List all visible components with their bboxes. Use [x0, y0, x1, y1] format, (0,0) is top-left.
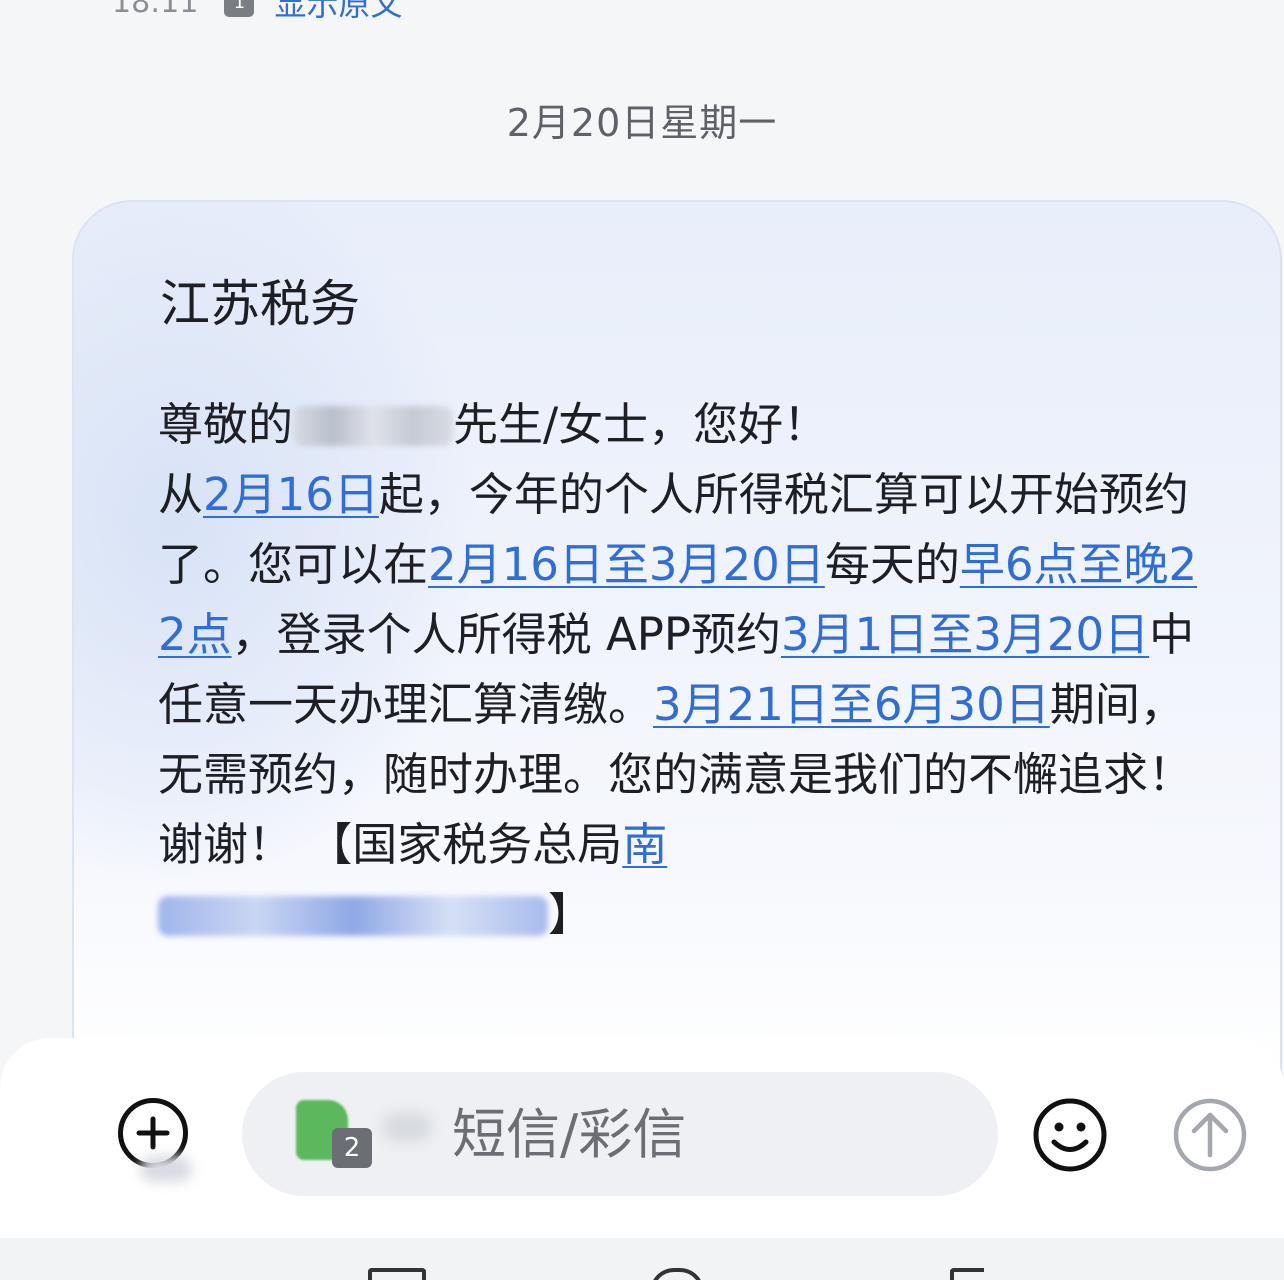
nav-home-icon[interactable] [650, 1268, 704, 1280]
sim-number-badge: 2 [332, 1128, 372, 1168]
greeting-suffix: 先生/女士，您好！ [453, 398, 829, 451]
message-body: 尊敬的 先生/女士，您好！ 从2月16日起，今年的个人所得税汇算可以开始预约了。您可… [158, 390, 1208, 950]
message-input[interactable] [452, 1092, 952, 1176]
date-range-link-settlement[interactable]: 3月1日至3月20日 [781, 608, 1149, 661]
sentence-1-prefix: 从 [158, 468, 204, 521]
blur-smudge [140, 1156, 192, 1182]
smiley-icon[interactable] [1032, 1097, 1108, 1173]
system-navigation-bar [0, 1238, 1284, 1280]
nav-back-icon[interactable] [950, 1268, 984, 1280]
sim-badge: 1 [224, 0, 255, 17]
messages-screen: 18:11 1 显示原文 2月20日星期一 江苏税务 尊敬的 先生/女士，您好！ 从… [0, 0, 1284, 1280]
bureau-link[interactable]: 南 [622, 818, 667, 871]
sim-selector[interactable]: 2 [296, 1100, 376, 1170]
show-original-link[interactable]: 显示原文 [274, 0, 402, 25]
sender-name: 江苏税务 [160, 275, 360, 333]
blur-smudge [382, 1112, 432, 1142]
date-link-feb16[interactable]: 2月16日 [203, 468, 379, 521]
message-card[interactable]: 江苏税务 尊敬的 先生/女士，您好！ 从2月16日起，今年的个人所得税汇算可以开始预… [72, 200, 1282, 1082]
sentence-2-text: 每天的 [824, 538, 960, 591]
sentence-3-text: ，登录个人所得税 APP预约 [231, 608, 782, 661]
date-range-link-no-reservation[interactable]: 3月21日至6月30日 [653, 678, 1050, 731]
redacted-name [293, 406, 454, 446]
greeting-prefix: 尊敬的 [158, 398, 294, 451]
redacted-bureau-name [158, 896, 548, 936]
closing-bracket: 】 [548, 888, 594, 941]
plus-icon [136, 1116, 170, 1150]
date-range-link-reservation[interactable]: 2月16日至3月20日 [428, 538, 825, 591]
date-divider: 2月20日星期一 [506, 101, 778, 145]
previous-message-meta: 18:11 1 显示原文 [112, 0, 402, 24]
nav-menu-icon[interactable] [368, 1268, 426, 1280]
previous-message-time: 18:11 [112, 0, 199, 20]
compose-field[interactable]: 2 [242, 1072, 998, 1196]
arrow-up-circle-icon[interactable] [1172, 1097, 1248, 1173]
